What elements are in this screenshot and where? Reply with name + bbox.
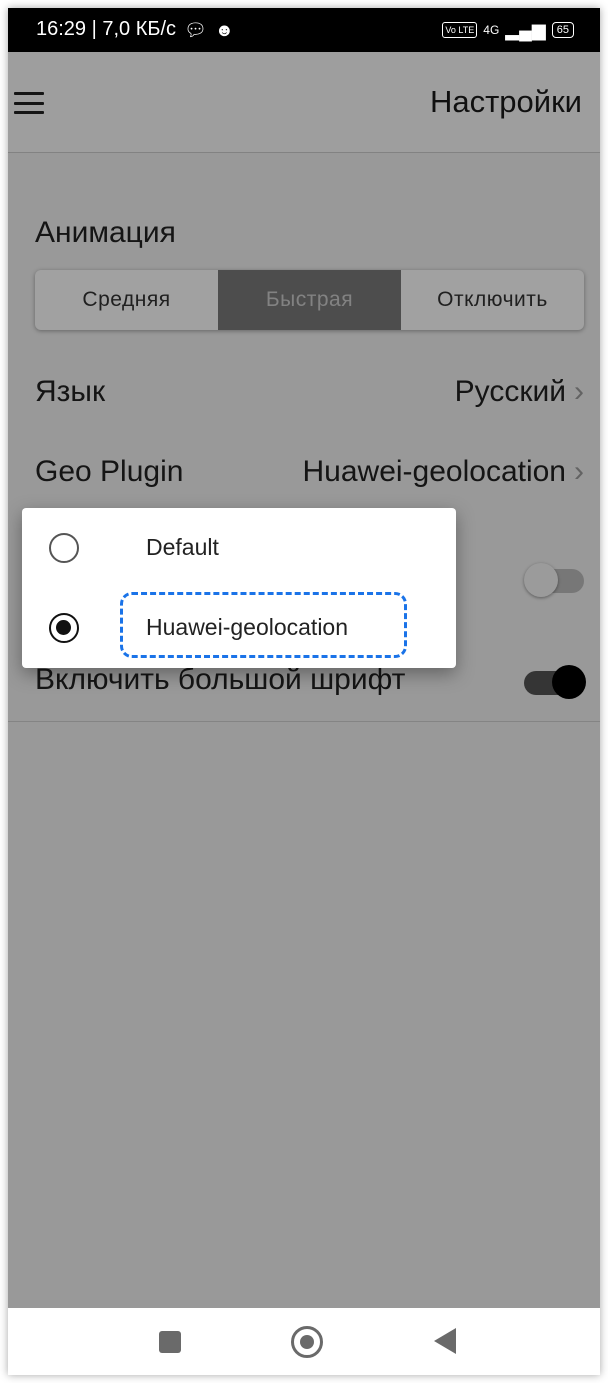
battery-icon: 65 <box>551 22 574 38</box>
time-speed: 16:29 | 7,0 КБ/с <box>36 18 177 40</box>
account-icon: ☻ <box>214 19 234 40</box>
status-bar: 16:29 | 7,0 КБ/с 💬︎ ☻ Vo LTE 4G ▂▄▆ 65 <box>8 8 600 52</box>
dashed-highlight-box <box>120 592 407 658</box>
radio-checked-icon[interactable] <box>49 613 79 643</box>
volte-icon: Vo LTE <box>442 22 478 38</box>
phone-screen: 16:29 | 7,0 КБ/с 💬︎ ☻ Vo LTE 4G ▂▄▆ 65 Н… <box>8 8 600 1375</box>
option-label: Default <box>146 534 219 560</box>
status-right: Vo LTE 4G ▂▄▆ 65 <box>442 20 574 40</box>
signal-icon: ▂▄▆ <box>505 20 546 40</box>
modal-scrim[interactable] <box>8 52 600 1308</box>
option-default[interactable]: Default <box>22 508 456 588</box>
back-icon[interactable] <box>434 1328 456 1354</box>
chat-icon: 💬︎ <box>184 19 207 40</box>
navigation-bar <box>8 1308 600 1375</box>
network-type: 4G <box>483 23 500 37</box>
geo-plugin-dialog: Default Huawei-geolocation <box>22 508 456 668</box>
status-left: 16:29 | 7,0 КБ/с 💬︎ ☻ <box>36 18 234 41</box>
home-icon[interactable] <box>291 1326 323 1358</box>
recents-icon[interactable] <box>159 1331 181 1353</box>
radio-unchecked-icon[interactable] <box>49 533 79 563</box>
